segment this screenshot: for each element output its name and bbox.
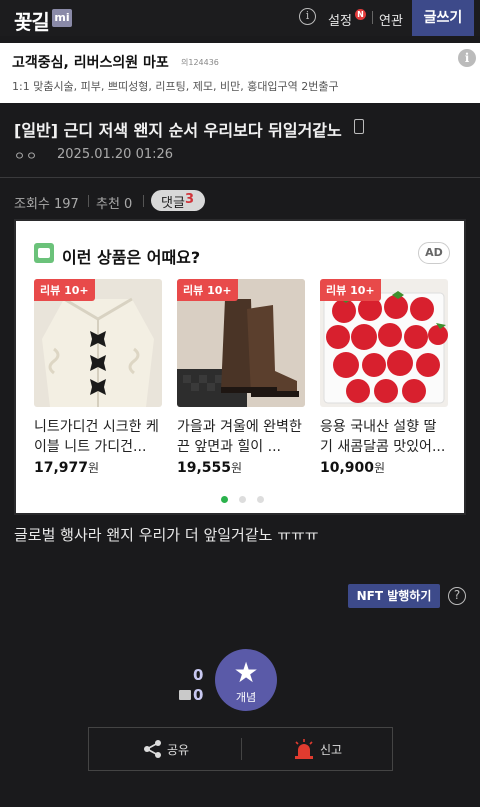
product-recommendation-card: 이런 상품은 어때요? AD 리뷰 10+ 니트가디건 시크한 케이블 니트 가… — [14, 219, 466, 515]
product-price: 10,900원 — [320, 460, 386, 476]
star-icon: ★ — [233, 656, 259, 689]
comment-button[interactable]: 댓글 3 — [151, 190, 205, 211]
comment-count: 3 — [185, 192, 195, 207]
info-icon[interactable]: i — [299, 8, 316, 25]
help-icon[interactable]: ? — [448, 587, 466, 605]
share-button[interactable]: 공유 — [89, 728, 241, 770]
recommend-label: 개념 — [235, 691, 257, 704]
fixed-recommend-icon — [179, 690, 191, 700]
site-logo[interactable]: 꽃길 — [14, 6, 50, 35]
fixed-recommend-count: 0 — [193, 686, 204, 704]
ad-title: 고객중심, 리버스의원 마포 — [12, 55, 169, 71]
post-date: 2025.01.20 01:26 — [57, 147, 174, 162]
header-divider — [372, 11, 373, 24]
product-price: 17,977원 — [34, 460, 100, 476]
ad-badge[interactable]: AD — [418, 242, 450, 264]
siren-icon — [295, 739, 313, 759]
recommend-button[interactable]: ★ 개념 — [215, 649, 277, 711]
divider — [0, 177, 480, 178]
report-button[interactable]: 신고 — [242, 728, 393, 770]
shopping-icon — [34, 243, 54, 263]
post-author[interactable]: ㅇㅇ — [14, 147, 38, 164]
review-tag: 리뷰 10+ — [320, 279, 381, 301]
new-badge: N — [355, 9, 366, 20]
product-image[interactable]: 리뷰 10+ — [320, 279, 448, 407]
product-item[interactable]: 리뷰 10+ 가을과 겨울에 완벽한 끈 앞면과 힐이 ... 19,555원 — [177, 279, 305, 476]
carousel-dot-active[interactable] — [221, 496, 228, 503]
top-bar: 꽃길 mi i 설정 N 연관 글쓰기 — [0, 0, 480, 36]
mobile-icon — [354, 119, 364, 134]
post-actions: 공유 신고 — [88, 727, 393, 771]
product-name[interactable]: 가을과 겨울에 완벽한 끈 앞면과 힐이 ... — [177, 417, 305, 457]
ad-description: 1:1 맞춤시술, 피부, 쁘띠성형, 리프팅, 제모, 비만, 홍대입구역 2… — [12, 80, 339, 93]
product-item[interactable]: 리뷰 10+ 니트가디건 시크한 케이블 니트 가디건... 17,977원 — [34, 279, 162, 476]
write-button[interactable]: 글쓰기 — [412, 0, 474, 36]
product-name[interactable]: 니트가디건 시크한 케이블 니트 가디건... — [34, 417, 162, 457]
comment-label: 댓글 — [161, 196, 185, 211]
recommend-count: 추천 0 — [96, 197, 133, 212]
share-label: 공유 — [167, 743, 190, 757]
product-item[interactable]: 리뷰 10+ 응용 국내산 설향 딸기 새콤달콤 맛있어... 10,900원 — [320, 279, 448, 476]
share-icon — [144, 740, 161, 758]
report-label: 신고 — [320, 743, 343, 757]
nft-issue-button[interactable]: NFT 발행하기 — [348, 584, 440, 608]
product-image[interactable]: 리뷰 10+ — [177, 279, 305, 407]
stat-divider — [88, 195, 89, 207]
carousel-dot[interactable] — [239, 496, 246, 503]
card-heading: 이런 상품은 어때요? — [62, 248, 201, 267]
product-image[interactable]: 리뷰 10+ — [34, 279, 162, 407]
settings-link[interactable]: 설정 — [328, 10, 352, 29]
review-tag: 리뷰 10+ — [34, 279, 95, 301]
review-tag: 리뷰 10+ — [177, 279, 238, 301]
carousel-dot[interactable] — [257, 496, 264, 503]
product-name[interactable]: 응용 국내산 설향 딸기 새콤달콤 맛있어... — [320, 417, 448, 457]
recommend-vote-count: 0 — [193, 666, 204, 684]
top-ad-banner[interactable]: 고객중심, 리버스의원 마포 의124436 1:1 맞춤시술, 피부, 쁘띠성… — [0, 43, 480, 103]
related-link[interactable]: 연관 — [379, 10, 403, 29]
view-count: 조회수 197 — [14, 197, 79, 212]
product-price: 19,555원 — [177, 460, 243, 476]
stat-divider — [143, 195, 144, 207]
post-body: 글로벌 행사라 왠지 우리가 더 앞일거같노 ㅠㅠㅠ — [14, 526, 319, 544]
ad-license: 의124436 — [181, 58, 219, 67]
ad-info-icon[interactable]: i — [458, 49, 476, 67]
post-title: [일반] 근디 저색 왠지 순서 우리보다 뒤일거같노 — [14, 121, 342, 140]
logo-badge[interactable]: mi — [52, 9, 72, 27]
